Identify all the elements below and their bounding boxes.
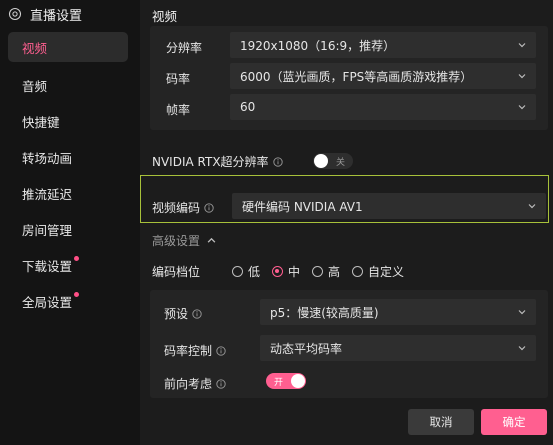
resolution-select[interactable]: 1920x1080（16:9，推荐） (230, 32, 536, 58)
sidebar-title: 直播设置 (8, 6, 83, 24)
radio-label: 低 (248, 265, 261, 279)
video-basic-group: 分辨率 1920x1080（16:9，推荐） 码率 6000（蓝光画质，FPS等… (150, 26, 548, 130)
sidebar-item-label: 快捷键 (22, 114, 60, 130)
notification-dot (74, 292, 79, 297)
sidebar-item-label: 推流延迟 (22, 186, 73, 202)
preset-value: p5：慢速(较高质量) (270, 305, 379, 320)
sidebar-item-label: 房间管理 (22, 222, 73, 238)
rate-control-label-row: 码率控制 (164, 342, 226, 359)
advanced-settings-label: 高级设置 (152, 234, 201, 248)
rate-control-value: 动态平均码率 (270, 341, 343, 356)
notification-dot (74, 256, 79, 261)
info-icon[interactable] (216, 345, 226, 356)
radio-label: 自定义 (368, 265, 405, 279)
encoder-label-row: 视频编码 (152, 199, 214, 216)
cancel-button[interactable]: 取消 (408, 409, 474, 435)
encoder-select[interactable]: 硬件编码 NVIDIA AV1 (232, 193, 546, 219)
cancel-button-label: 取消 (429, 415, 453, 429)
rtx-row: NVIDIA RTX超分辨率 (152, 153, 283, 170)
sidebar-item-label: 转场动画 (22, 150, 73, 166)
encoder-label: 视频编码 (152, 201, 201, 215)
toggle-text: 开 (274, 377, 284, 388)
confirm-button[interactable]: 确定 (481, 409, 547, 435)
preset-label-row: 预设 (164, 305, 202, 322)
info-icon[interactable] (204, 202, 214, 213)
sidebar-item-label: 全局设置 (22, 294, 73, 310)
radio-option-medium[interactable]: 中 (272, 263, 300, 280)
radio-circle (232, 266, 243, 277)
chevron-down-icon (528, 204, 536, 209)
encode-level-label: 编码档位 (152, 265, 201, 279)
sidebar-item-global-settings[interactable]: 全局设置 (8, 286, 128, 316)
radio-circle (312, 266, 324, 277)
rate-control-label: 码率控制 (164, 344, 213, 358)
toggle-knob (291, 374, 305, 388)
lookahead-label-row: 前向考虑 (164, 375, 226, 392)
sidebar-item-video[interactable]: 视频 (8, 32, 128, 62)
info-icon[interactable] (192, 308, 202, 319)
framerate-select[interactable]: 60 (230, 94, 536, 120)
framerate-value: 60 (240, 100, 256, 114)
framerate-label: 帧率 (166, 103, 191, 117)
toggle-knob (314, 154, 328, 168)
radio-option-high[interactable]: 高 (312, 263, 340, 280)
radio-option-custom[interactable]: 自定义 (352, 263, 404, 280)
sidebar-item-hotkeys[interactable]: 快捷键 (8, 106, 128, 136)
resolution-label: 分辨率 (166, 41, 203, 55)
sidebar-item-label: 视频 (22, 40, 48, 56)
video-settings-panel: 视频 分辨率 1920x1080（16:9，推荐） 码率 6000（蓝光画质，F… (140, 0, 553, 445)
sidebar-item-label: 下载设置 (22, 258, 73, 274)
rate-control-select[interactable]: 动态平均码率 (260, 335, 536, 361)
info-icon[interactable] (272, 156, 283, 167)
sidebar: 直播设置 视频 音频 快捷键 转场动画 推流延迟 房间管理 下载设置 全局设置 (0, 0, 136, 445)
lookahead-label: 前向考虑 (164, 377, 213, 391)
radio-option-low[interactable]: 低 (232, 263, 260, 280)
sidebar-item-stream-delay[interactable]: 推流延迟 (8, 178, 128, 208)
chevron-down-icon (518, 74, 526, 79)
resolution-value: 1920x1080（16:9，推荐） (240, 38, 396, 53)
bitrate-select[interactable]: 6000（蓝光画质，FPS等高画质游戏推荐） (230, 63, 536, 89)
sidebar-title-text: 直播设置 (30, 8, 83, 24)
chevron-up-icon (207, 237, 216, 243)
info-icon[interactable] (216, 378, 226, 389)
chevron-down-icon (518, 43, 526, 48)
confirm-button-label: 确定 (502, 415, 526, 429)
radio-circle (272, 266, 284, 277)
section-title: 视频 (152, 9, 178, 24)
chevron-down-icon (518, 105, 526, 110)
advanced-group: 预设 p5：慢速(较高质量) 码率控制 动态平均码率 前向考虑 开 (150, 290, 548, 398)
encoder-value: 硬件编码 NVIDIA AV1 (242, 199, 363, 214)
radio-circle (352, 266, 364, 277)
sidebar-item-room-management[interactable]: 房间管理 (8, 214, 128, 244)
chevron-down-icon (518, 346, 526, 351)
bitrate-value: 6000（蓝光画质，FPS等高画质游戏推荐） (240, 69, 473, 84)
sidebar-item-transition[interactable]: 转场动画 (8, 142, 128, 172)
encode-level-radios: 低 中 高 自定义 (232, 263, 416, 280)
gear-icon (8, 7, 22, 21)
rtx-label: NVIDIA RTX超分辨率 (152, 155, 269, 169)
preset-select[interactable]: p5：慢速(较高质量) (260, 299, 536, 325)
radio-label: 中 (288, 265, 301, 279)
radio-label: 高 (328, 265, 341, 279)
sidebar-item-audio[interactable]: 音频 (8, 70, 128, 100)
advanced-settings-toggle[interactable]: 高级设置 (152, 232, 216, 249)
preset-label: 预设 (164, 307, 189, 321)
bitrate-label: 码率 (166, 72, 191, 86)
sidebar-item-label: 音频 (22, 78, 48, 94)
chevron-down-icon (518, 310, 526, 315)
toggle-text: 关 (336, 157, 346, 168)
sidebar-item-download-settings[interactable]: 下载设置 (8, 250, 128, 280)
lookahead-toggle[interactable]: 开 (266, 373, 306, 389)
rtx-toggle[interactable]: 关 (313, 153, 353, 169)
